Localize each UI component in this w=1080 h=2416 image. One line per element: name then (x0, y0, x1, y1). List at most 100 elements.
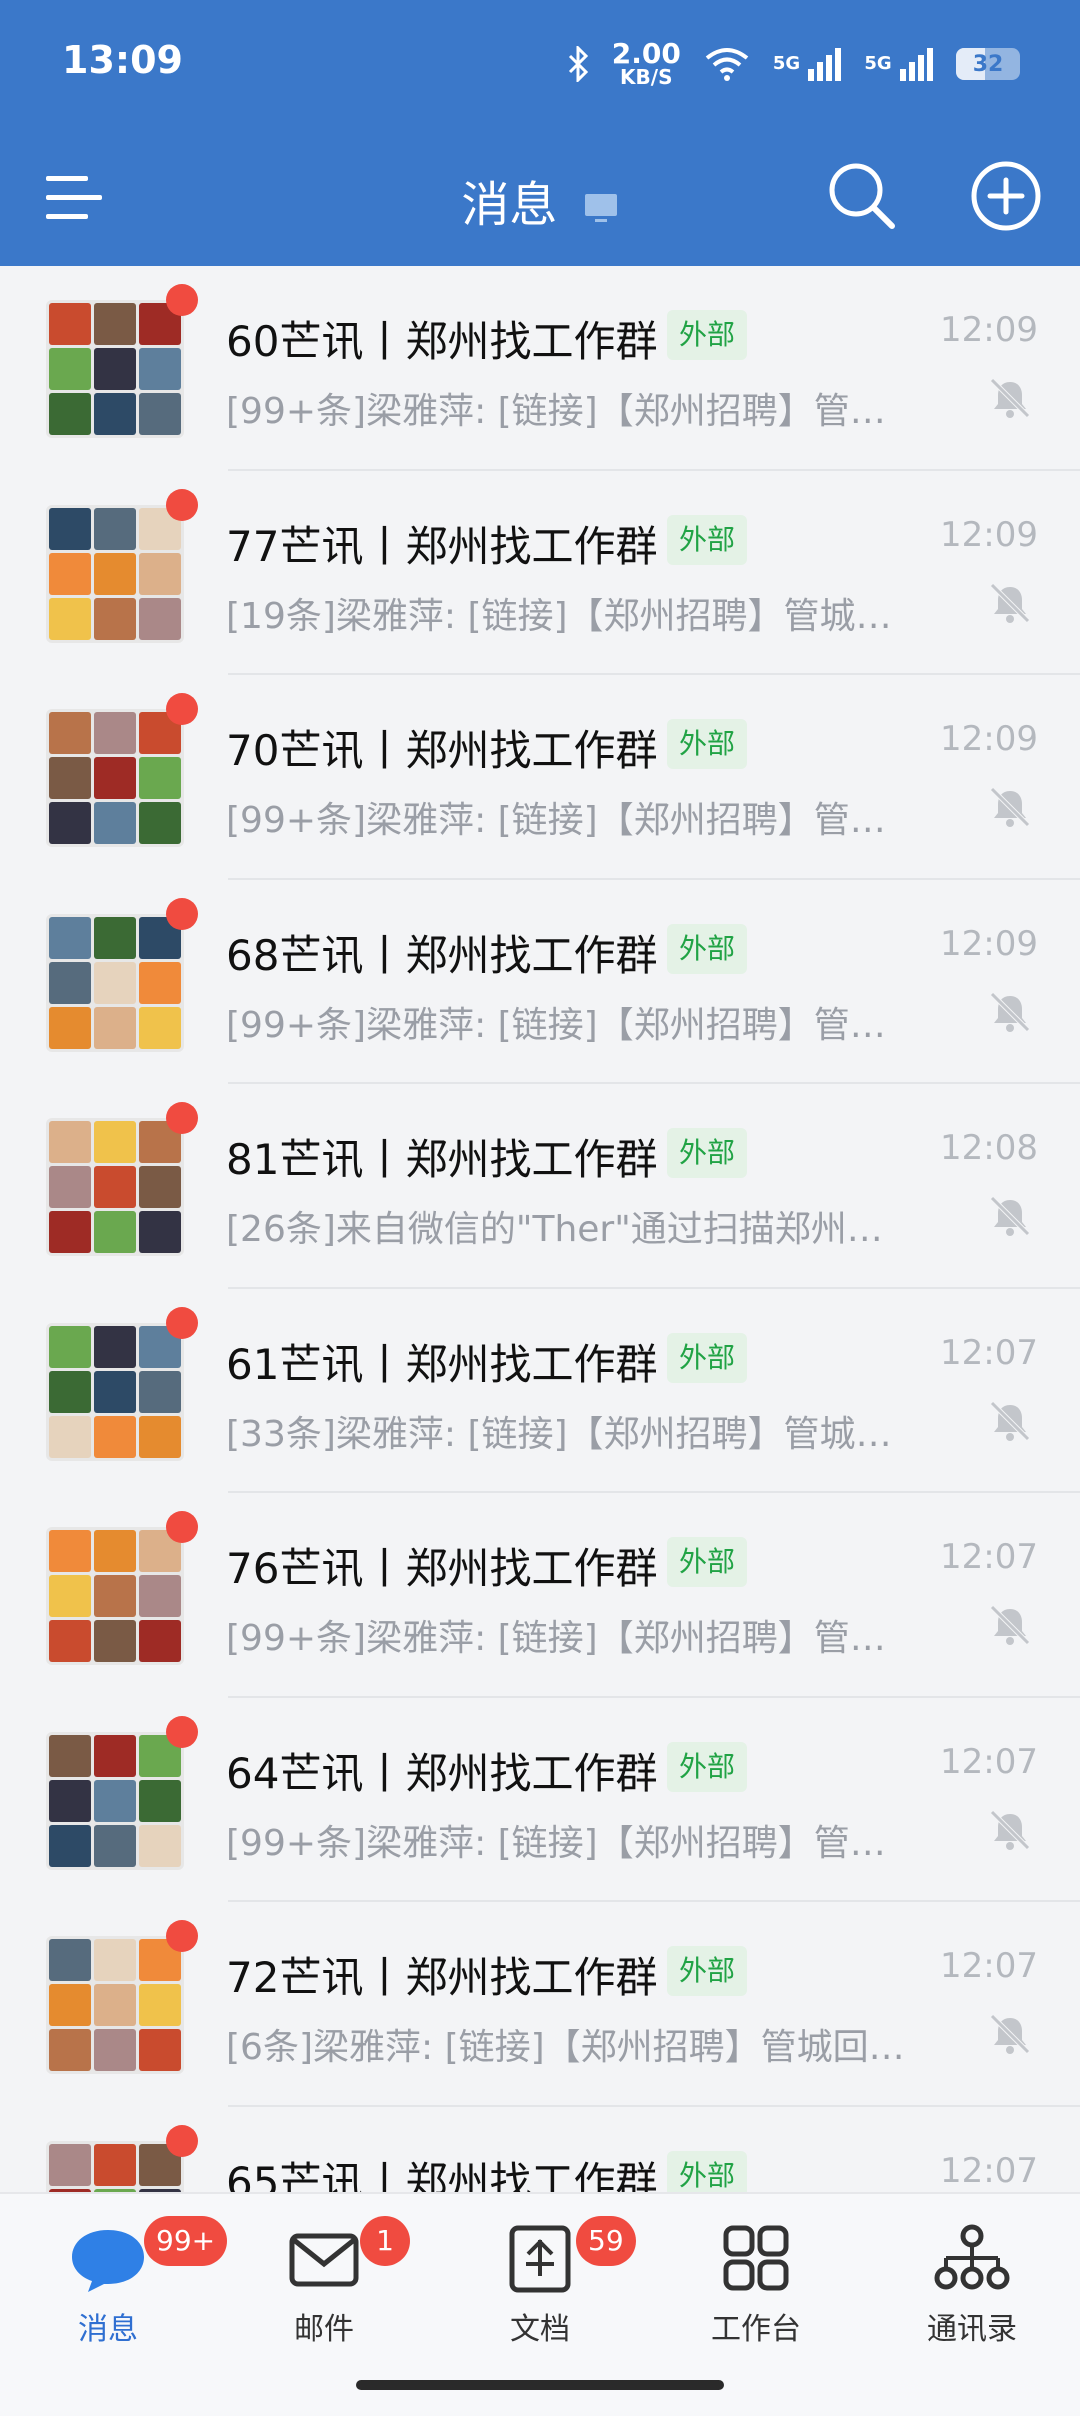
avatar-tile (94, 303, 136, 345)
conversation-row[interactable]: 60芒讯丨郑州找工作群外部 [99+条]梁雅萍: [链接]【郑州招聘】管城回族区招… (0, 266, 1080, 471)
avatar-tile (49, 1166, 91, 1208)
avatar-tile (94, 1121, 136, 1163)
external-tag: 外部 (667, 1741, 748, 1792)
group-avatar (46, 1731, 184, 1870)
grid-icon (716, 2224, 796, 2294)
avatar-tile (139, 1779, 181, 1822)
message-preview: [99+条]梁雅萍: [链接]【郑州招聘】管城回族区招聘 (226, 391, 906, 432)
message-preview: [99+条]梁雅萍: [链接]【郑州招聘】管城回族区招聘 (226, 1618, 906, 1659)
avatar-tile (49, 393, 91, 435)
mail-icon (284, 2224, 364, 2294)
group-avatar (46, 1322, 184, 1461)
unread-dot (166, 2124, 198, 2157)
mute-bell-icon (990, 1809, 1030, 1850)
avatar-tile (94, 916, 136, 959)
avatar-tile (94, 1166, 136, 1208)
avatar-tile (94, 1370, 136, 1413)
avatar-tile (139, 348, 181, 390)
avatar-tile (94, 1415, 136, 1458)
mute-bell-icon (990, 787, 1030, 827)
unread-badge: 99+ (144, 2216, 228, 2266)
message-preview: [19条]梁雅萍: [链接]【郑州招聘】管城回族区招聘 (226, 595, 906, 637)
home-indicator[interactable] (356, 2380, 724, 2390)
message-time: 12:07 (940, 1537, 1038, 1577)
external-tag: 外部 (667, 310, 748, 360)
avatar-tile (139, 1006, 181, 1049)
message-time: 12:08 (940, 1128, 1038, 1168)
conversation-row[interactable]: 72芒讯丨郑州找工作群外部 [6条]梁雅萍: [链接]【郑州招聘】管城回族区招聘 1… (0, 1902, 1080, 2107)
nav-tab-label: 文档 (510, 2312, 570, 2347)
avatar-tile (139, 961, 181, 1004)
desktop-online-icon (584, 194, 617, 222)
battery-icon: 32 (956, 48, 1020, 80)
message-time: 12:07 (940, 2150, 1038, 2191)
nav-tab[interactable]: 通讯录 (882, 2224, 1062, 2348)
nav-tab[interactable]: 99+ 消息 (18, 2216, 228, 2348)
mute-bell-icon (990, 582, 1030, 623)
avatar-tile (49, 1779, 91, 1822)
unread-dot (166, 1511, 198, 1543)
external-tag: 外部 (667, 1946, 748, 1996)
status-time: 13:09 (62, 38, 183, 82)
avatar-tile (49, 1370, 91, 1413)
unread-dot (166, 284, 198, 316)
avatar-tile (94, 2143, 136, 2186)
conversation-row[interactable]: 81芒讯丨郑州找工作群外部 [26条]来自微信的"Ther"通过扫描郑州芒讯发布的… (0, 1084, 1080, 1289)
avatar-tile (49, 552, 91, 595)
avatar-tile (139, 1370, 181, 1413)
unread-dot (166, 693, 198, 725)
message-preview: [33条]梁雅萍: [链接]【郑州招聘】管城回族区招聘 (226, 1413, 906, 1455)
conversation-name: 61芒讯丨郑州找工作群 (226, 1339, 658, 1389)
message-time: 12:09 (940, 514, 1038, 555)
conversation-row[interactable]: 61芒讯丨郑州找工作群外部 [33条]梁雅萍: [链接]【郑州招聘】管城回族区招聘… (0, 1289, 1080, 1493)
status-icons: 2.00 KB/S 5G 5G 32 (568, 36, 1020, 92)
nav-tab-label: 通讯录 (927, 2312, 1017, 2347)
nav-tab[interactable]: 59 文档 (450, 2216, 636, 2348)
message-time: 12:07 (940, 1946, 1038, 1986)
add-icon[interactable] (970, 160, 1042, 232)
avatar-tile (94, 1325, 136, 1368)
avatar-tile (49, 2029, 91, 2071)
avatar-tile (139, 2029, 181, 2071)
conversation-row[interactable]: 70芒讯丨郑州找工作群外部 [99+条]梁雅萍: [链接]【郑州招聘】管城回族区招… (0, 675, 1080, 880)
top-app-bar: 13:09 2.00 KB/S 5G 5G 32 消息 (0, 0, 1080, 266)
avatar-tile (49, 1620, 91, 1662)
group-avatar (46, 300, 184, 438)
avatar-tile (139, 597, 181, 640)
avatar-tile (49, 916, 91, 959)
avatar-tile (94, 1211, 136, 1253)
avatar-tile (49, 712, 91, 754)
conversation-name: 68芒讯丨郑州找工作群 (226, 930, 658, 980)
conversation-name: 70芒讯丨郑州找工作群 (226, 726, 658, 775)
avatar-tile (139, 1575, 181, 1617)
conversation-row[interactable]: 65芒讯丨郑州找工作群 外部 12:07 (0, 2107, 1080, 2192)
group-avatar (46, 709, 184, 847)
conversation-row[interactable]: 76芒讯丨郑州找工作群外部 [99+条]梁雅萍: [链接]【郑州招聘】管城回族区招… (0, 1493, 1080, 1698)
nav-tab-label: 消息 (78, 2312, 138, 2347)
external-tag: 外部 (667, 1332, 748, 1383)
avatar-tile (94, 1734, 136, 1777)
signal-sim1-icon: 5G (773, 47, 843, 81)
unread-dot (166, 488, 198, 521)
search-icon[interactable] (826, 160, 896, 230)
org-chart-icon (932, 2224, 1012, 2294)
avatar-tile (49, 1006, 91, 1049)
conversation-row[interactable]: 68芒讯丨郑州找工作群外部 [99+条]梁雅萍: [链接]【郑州招聘】管城回族区招… (0, 880, 1080, 1084)
unread-badge: 59 (576, 2216, 636, 2266)
avatar-tile (49, 1575, 91, 1617)
conversation-list[interactable]: 60芒讯丨郑州找工作群外部 [99+条]梁雅萍: [链接]【郑州招聘】管城回族区招… (0, 266, 1080, 2192)
mute-bell-icon (990, 1400, 1030, 1441)
nav-tab[interactable]: 1 邮件 (234, 2216, 414, 2348)
avatar-tile (49, 802, 91, 844)
avatar-tile (49, 1211, 91, 1253)
conversation-name: 77芒讯丨郑州找工作群 (226, 521, 658, 571)
avatar-tile (139, 393, 181, 435)
unread-dot (166, 1715, 198, 1748)
mute-bell-icon (990, 378, 1030, 418)
conversation-row[interactable]: 77芒讯丨郑州找工作群外部 [19条]梁雅萍: [链接]【郑州招聘】管城回族区招聘… (0, 471, 1080, 675)
conversation-row[interactable]: 64芒讯丨郑州找工作群外部 [99+条]梁雅萍: [链接]【郑州招聘】管城回族区招… (0, 1698, 1080, 1902)
signal-sim2-icon: 5G (864, 47, 934, 81)
nav-tab[interactable]: 工作台 (666, 2224, 846, 2348)
avatar-tile (49, 1325, 91, 1368)
message-preview: [99+条]梁雅萍: [链接]【郑州招聘】管城回族区招聘 (226, 1004, 906, 1046)
